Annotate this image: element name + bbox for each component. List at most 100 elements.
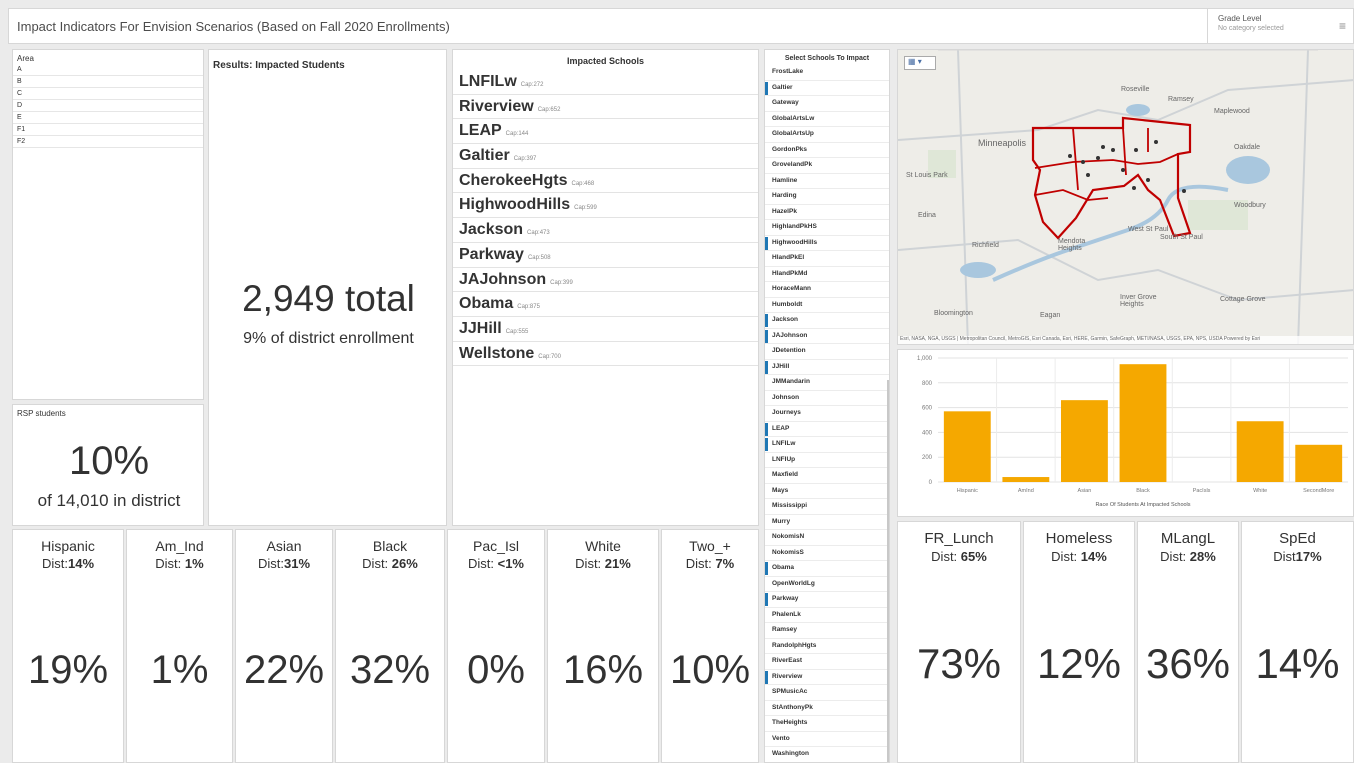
select-school-item[interactable]: LEAP: [765, 422, 889, 437]
select-school-item[interactable]: Harding: [765, 189, 889, 205]
rsp-caption: of 14,010 in district: [37, 491, 181, 510]
stat-card: Black Dist: 26% 32%: [335, 529, 445, 763]
map-widget-icon[interactable]: ▦ ▾: [904, 56, 936, 70]
grade-level-selector[interactable]: Grade Level No category selected: [1207, 9, 1329, 43]
impacted-school-name: Obama: [459, 295, 514, 313]
map-label-eagan: Eagan: [1040, 312, 1061, 319]
select-school-item[interactable]: JMMandarin: [765, 375, 889, 391]
select-school-item[interactable]: Jackson: [765, 313, 889, 329]
select-school-item[interactable]: Riverview: [765, 670, 889, 685]
map-panel[interactable]: ▦ ▾ Roseville Ramsey Maplewood Minneapol…: [897, 49, 1354, 345]
hamburger-icon[interactable]: ≡: [1339, 19, 1346, 33]
select-school-item[interactable]: Galtier: [765, 81, 889, 96]
select-school-item[interactable]: Journeys: [765, 406, 889, 422]
select-school-item[interactable]: HazelPk: [765, 205, 889, 220]
select-school-item[interactable]: Johnson: [765, 391, 889, 406]
select-school-item[interactable]: Mississippi: [765, 499, 889, 515]
map-label-st-louis-park: St Louis Park: [906, 172, 948, 179]
select-school-item[interactable]: OpenWorldLg: [765, 577, 889, 592]
select-school-item[interactable]: Obama: [765, 561, 889, 577]
stat-dist-value: 17%: [1295, 549, 1322, 564]
area-item[interactable]: C: [13, 88, 203, 100]
select-schools-scrollbar[interactable]: [887, 380, 889, 762]
impacted-school-row: Wellstone Cap:700: [453, 342, 758, 367]
select-school-item[interactable]: HlandPkMd: [765, 267, 889, 282]
select-school-item[interactable]: LNFILw: [765, 437, 889, 453]
map-label-minneapolis: Minneapolis: [978, 138, 1027, 148]
stat-dist-label: Dist:: [1160, 549, 1190, 564]
select-school-item[interactable]: JDetention: [765, 344, 889, 360]
impacted-school-name: Wellstone: [459, 344, 535, 362]
map-label-woodbury: Woodbury: [1234, 202, 1266, 209]
select-school-item[interactable]: GrovelandPk: [765, 158, 889, 174]
y-tick-label: 200: [922, 455, 933, 461]
select-school-item[interactable]: Parkway: [765, 592, 889, 608]
chart-bar: [1119, 364, 1167, 482]
stat-card: FR_Lunch Dist: 65% 73%: [897, 521, 1021, 763]
select-school-item[interactable]: SPMusicAc: [765, 685, 889, 701]
select-school-item[interactable]: Vento: [765, 732, 889, 747]
stat-dist: Dist: 28%: [1138, 549, 1238, 564]
area-item[interactable]: A: [13, 64, 203, 76]
x-tick-label: PacIsls: [1193, 488, 1211, 494]
select-schools-panel: Select Schools To Impact FrostLake Galtie…: [764, 49, 890, 763]
stat-value: 36%: [1145, 640, 1231, 687]
select-school-item[interactable]: PhalenLk: [765, 608, 889, 623]
area-item[interactable]: F1: [13, 124, 203, 136]
impacted-school-name: LNFILw: [459, 73, 517, 90]
results-panel: Results: Impacted Students 2,949 total 9…: [208, 49, 447, 526]
select-school-item[interactable]: NokomisS: [765, 546, 889, 561]
select-school-item[interactable]: GlobalArtsLw: [765, 112, 889, 127]
stat-dist-value: 65%: [960, 549, 987, 564]
select-school-item[interactable]: Ramsey: [765, 623, 889, 639]
select-school-item[interactable]: HlandPkEl: [765, 251, 889, 267]
stat-name: FR_Lunch: [924, 530, 994, 547]
select-school-item[interactable]: FrostLake: [765, 65, 889, 81]
select-school-item[interactable]: NokomisN: [765, 530, 889, 546]
select-school-item[interactable]: HighlandPkHS: [765, 220, 889, 236]
stat-dist: Dist: 14%: [1024, 549, 1134, 564]
stat-dist: Dist: 21%: [548, 556, 658, 571]
area-item[interactable]: B: [13, 76, 203, 88]
impacted-school-capacity: Cap:468: [571, 180, 595, 187]
map-label-inver-grove: Inver Grove Heights: [1120, 294, 1157, 308]
select-school-item[interactable]: StAnthonyPk: [765, 701, 889, 716]
select-school-item[interactable]: Murry: [765, 515, 889, 530]
select-school-item[interactable]: GordonPks: [765, 143, 889, 158]
stat-card: White Dist: 21% 16%: [547, 529, 659, 763]
select-school-item[interactable]: RiverEast: [765, 654, 889, 670]
stat-dist: Dist:14%: [13, 556, 123, 571]
select-school-item[interactable]: Washington: [765, 747, 889, 762]
select-school-item[interactable]: RandolphHgts: [765, 639, 889, 654]
select-school-item[interactable]: Maxfield: [765, 468, 889, 484]
stat-name: Pac_Isl: [473, 538, 519, 554]
select-school-item[interactable]: Humboldt: [765, 298, 889, 313]
area-item[interactable]: F2: [13, 136, 203, 148]
impacted-school-name: Jackson: [459, 221, 524, 239]
stat-name: Homeless: [1045, 530, 1113, 547]
select-school-item[interactable]: Gateway: [765, 96, 889, 112]
select-school-item[interactable]: LNFIUp: [765, 453, 889, 468]
select-school-item[interactable]: HighwoodHills: [765, 236, 889, 251]
y-tick-label: 0: [929, 480, 933, 486]
area-item[interactable]: E: [13, 112, 203, 124]
select-school-item[interactable]: HoraceMann: [765, 282, 889, 298]
impacted-school-capacity: Cap:555: [505, 328, 529, 335]
impacted-school-capacity: Cap:399: [550, 279, 573, 286]
select-school-item[interactable]: Mays: [765, 484, 889, 499]
chart-bar: [1295, 444, 1343, 482]
select-school-item[interactable]: JAJohnson: [765, 329, 889, 344]
stat-dist-value: <1%: [497, 556, 524, 571]
grade-level-value: No category selected: [1218, 25, 1284, 32]
stat-dist-label: Dist:: [257, 556, 284, 571]
impacted-school-capacity: Cap:875: [517, 304, 540, 311]
select-school-item[interactable]: Hamline: [765, 174, 889, 189]
area-item[interactable]: D: [13, 100, 203, 112]
select-school-item[interactable]: TheHeights: [765, 716, 889, 732]
select-school-item[interactable]: JJHill: [765, 360, 889, 375]
stat-dist: Dist: 26%: [336, 556, 444, 571]
x-tick-label: Black: [1136, 488, 1150, 494]
x-axis-label: Race Of Students At Impacted Schools: [1095, 502, 1190, 508]
stat-dist: Dist:31%: [236, 556, 332, 571]
select-school-item[interactable]: GlobalArtsUp: [765, 127, 889, 143]
